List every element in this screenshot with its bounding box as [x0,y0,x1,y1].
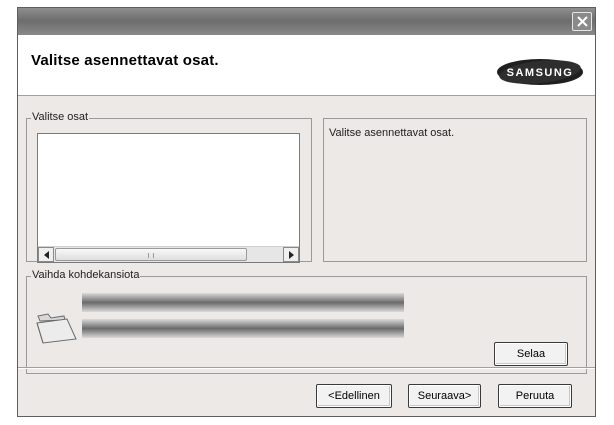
next-button[interactable]: Seuraava> [408,384,481,408]
content-area: Valitse osat Valitse asennettavat osat. … [18,96,595,374]
samsung-logo: SAMSUNG [497,59,583,85]
logo-text: SAMSUNG [507,67,574,79]
description-text: Valitse asennettavat osat. [329,127,455,139]
components-list[interactable] [37,133,300,263]
destination-path-bar [82,319,404,338]
close-button[interactable] [572,12,592,31]
cancel-button[interactable]: Peruuta [498,384,572,408]
installer-window: Valitse asennettavat osat. SAMSUNG Valit… [17,7,596,417]
scroll-right-button[interactable] [283,247,299,262]
arrow-left-icon [44,251,49,259]
destination-path-bar [82,293,404,312]
page-title: Valitse asennettavat osat. [31,52,219,69]
horizontal-scrollbar[interactable] [38,246,299,262]
footer-separator [18,367,595,369]
destination-group-label: Vaihda kohdekansiota [31,269,141,281]
close-icon [577,16,588,27]
destination-group: Vaihda kohdekansiota Selaa [26,269,587,374]
arrow-right-icon [289,251,294,259]
folder-icon [36,313,77,344]
back-button[interactable]: <Edellinen [316,384,392,408]
scroll-thumb[interactable] [55,248,247,261]
components-group: Valitse osat [26,111,312,263]
browse-button[interactable]: Selaa [494,342,568,366]
header-panel: Valitse asennettavat osat. SAMSUNG [18,35,595,96]
scroll-left-button[interactable] [38,247,54,262]
description-panel: Valitse asennettavat osat. [323,118,587,262]
components-group-label: Valitse osat [31,111,90,123]
title-bar[interactable] [18,8,595,35]
